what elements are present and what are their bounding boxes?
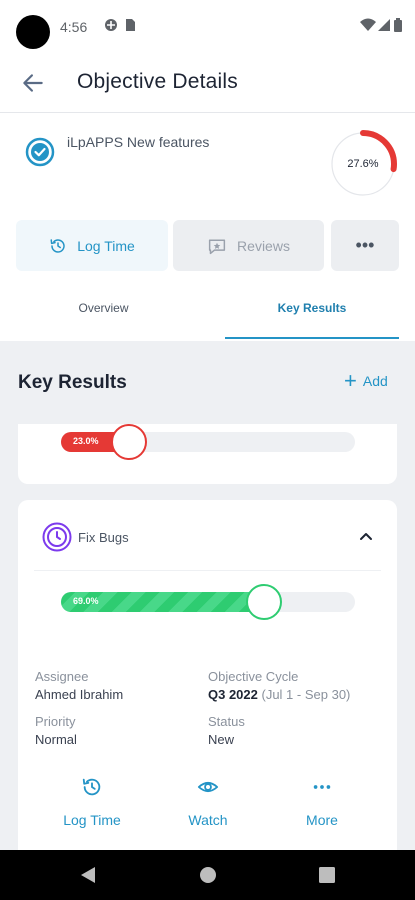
more-dots-icon [313,785,331,789]
kr-watch-button[interactable]: Watch [168,776,248,828]
cycle-value: Q3 2022 (Jul 1 - Sep 30) [208,687,350,702]
tab-indicator [225,337,399,339]
progress-label: 23.0% [73,436,99,446]
eye-icon [197,781,219,793]
progress-label: 69.0% [73,596,99,606]
history-icon [50,238,65,253]
add-label: Add [362,373,388,389]
sim-card-icon [126,19,135,31]
back-arrow-icon[interactable] [20,70,46,96]
kr-log-time-button[interactable]: Log Time [52,776,132,828]
kr-log-time-label: Log Time [63,812,121,828]
reviews-button[interactable]: Reviews [173,220,324,271]
key-result-card: Fix Bugs 69.0% Assignee Ahmed Ibrahim Ob… [18,500,397,850]
nav-home-icon[interactable] [199,866,217,884]
camera-cutout [16,15,50,49]
cycle-range: (Jul 1 - Sep 30) [261,687,351,702]
add-key-result-button[interactable]: + Add [344,368,388,393]
objective-check-icon [25,137,55,167]
key-result-card[interactable]: 23.0% [18,424,397,484]
section-title: Key Results [18,372,127,393]
cell-signal-icon [378,19,390,31]
kr-more-button[interactable]: More [282,776,362,828]
page-title: Objective Details [77,70,238,93]
key-result-name: Fix Bugs [78,530,129,545]
status-value: New [208,732,235,747]
priority-value: Normal [35,732,77,747]
clock-icon [42,522,72,552]
plus-icon: + [344,368,357,393]
kr-watch-label: Watch [188,812,228,828]
divider [34,570,381,571]
tab-key-results[interactable]: Key Results [225,301,399,315]
log-time-label: Log Time [77,237,135,254]
kr-more-label: More [306,812,338,828]
more-options-button[interactable]: ••• [331,220,399,271]
wifi-icon [360,18,376,31]
priority-label: Priority [35,714,76,729]
objective-name: iLpAPPS New features [67,134,210,150]
cycle-label: Objective Cycle [208,669,299,684]
battery-icon [394,18,402,32]
nav-back-icon[interactable] [80,866,96,884]
objective-progress-label: 27.6% [347,158,379,170]
status-label: Status [208,714,245,729]
reviews-label: Reviews [237,237,290,254]
progress-fill: 69.0% [61,592,274,612]
tab-overview[interactable]: Overview [0,301,207,315]
objective-header: iLpAPPS New features 27.6% Log Time Revi… [0,113,415,341]
more-dots-icon: ••• [355,235,375,255]
history-icon [82,778,101,796]
progress-slider-handle[interactable] [245,584,282,620]
assignee-value: Ahmed Ibrahim [35,687,124,702]
status-time: 4:56 [60,19,88,35]
reviews-icon [208,239,226,254]
progress-track: 69.0% [61,592,355,612]
assignee-label: Assignee [35,669,89,684]
app-bar: Objective Details [0,54,415,112]
progress-slider-handle[interactable] [110,424,147,460]
cycle-name: Q3 2022 [208,687,258,702]
chevron-up-icon[interactable] [357,528,375,546]
log-time-button[interactable]: Log Time [16,220,168,271]
nav-recents-icon[interactable] [319,866,335,884]
system-navigation-bar [0,850,415,900]
status-bar: 4:56 [0,0,415,54]
progress-track: 23.0% [61,432,355,452]
data-saver-icon [105,19,117,31]
